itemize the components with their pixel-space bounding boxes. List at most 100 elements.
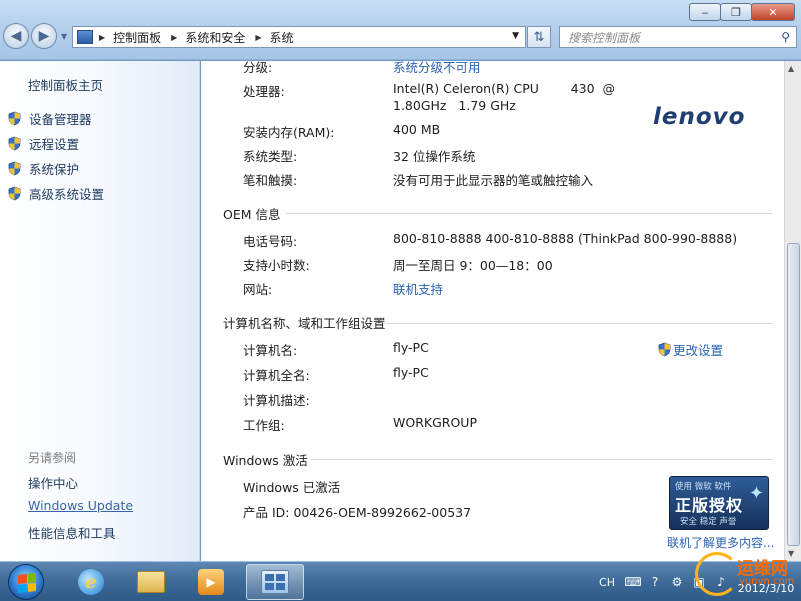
breadcrumb-system[interactable]: 系统 bbox=[270, 29, 294, 46]
sidebar-item-system-protection[interactable]: 系统保护 bbox=[7, 159, 79, 178]
scroll-up-icon[interactable]: ▲ bbox=[788, 64, 794, 73]
processor-value: Intel(R) Celeron(R) CPU 430 @ bbox=[393, 81, 616, 96]
refresh-button[interactable]: ⇅ bbox=[527, 26, 551, 48]
chevron-right-icon[interactable]: ▶ bbox=[171, 33, 177, 42]
phone-value: 800-810-8888 400-810-8888 (ThinkPad 800-… bbox=[393, 231, 738, 246]
sidebar-item-advanced-settings[interactable]: 高级系统设置 bbox=[7, 184, 104, 203]
control-panel-home-link[interactable]: 控制面板主页 bbox=[28, 75, 103, 94]
system-tray: CH ⌨ ? ⚙ ▣ ♪ 2012/3/10 bbox=[599, 562, 801, 601]
maximize-button[interactable]: ❐ bbox=[720, 3, 752, 21]
computer-name-value: fly-PC bbox=[393, 340, 429, 355]
scrollbar-thumb[interactable] bbox=[787, 243, 800, 546]
windows-logo-icon bbox=[18, 573, 36, 593]
product-id: 产品 ID: 00426-OEM-8992662-00537 bbox=[243, 505, 472, 520]
sidebar-item-device-manager[interactable]: 设备管理器 bbox=[7, 109, 92, 128]
chevron-right-icon[interactable]: ▶ bbox=[99, 33, 105, 42]
description-label: 计算机描述: bbox=[243, 393, 310, 408]
workgroup-label: 工作组: bbox=[243, 418, 285, 433]
website-label: 网站: bbox=[243, 282, 273, 297]
rating-label: 分级: bbox=[243, 61, 273, 75]
learn-more-link[interactable]: 联机了解更多内容... bbox=[667, 534, 774, 551]
section-divider bbox=[311, 459, 772, 460]
performance-info-link[interactable]: 性能信息和工具 bbox=[28, 523, 116, 542]
processor-speed-value: 1.80GHz 1.79 GHz bbox=[393, 98, 516, 113]
windows-update-link[interactable]: Windows Update bbox=[28, 498, 133, 513]
back-arrow-icon: ◀ bbox=[10, 28, 22, 44]
rating-link[interactable]: 系统分级不可用 bbox=[393, 61, 481, 76]
system-type-label: 系统类型: bbox=[243, 149, 298, 164]
back-button[interactable]: ◀ bbox=[3, 23, 29, 49]
search-icon[interactable]: ⚲ bbox=[781, 30, 790, 44]
sidebar-item-label: 设备管理器 bbox=[29, 112, 92, 127]
oem-logo: lenovo bbox=[653, 104, 746, 130]
genuine-badge[interactable]: 使用 微软 软件 正版授权 安全 稳定 声誉 ✦ bbox=[669, 476, 769, 530]
sidebar-item-label: 远程设置 bbox=[29, 137, 80, 152]
keyboard-icon[interactable]: ⌨ bbox=[624, 574, 641, 590]
shield-icon bbox=[7, 186, 22, 201]
navigation-buttons: ◀ ▶ ▼ bbox=[3, 23, 67, 49]
phone-label: 电话号码: bbox=[243, 234, 298, 249]
sidebar-item-remote-settings[interactable]: 远程设置 bbox=[7, 134, 79, 153]
full-name-value: fly-PC bbox=[393, 365, 429, 380]
taskbar-media-player[interactable]: ▶ bbox=[182, 564, 240, 600]
genuine-badge-title: 正版授权 bbox=[675, 496, 744, 515]
processor-label: 处理器: bbox=[243, 84, 285, 99]
taskbar-internet-explorer[interactable]: e bbox=[62, 564, 120, 600]
computer-name-section-title: 计算机名称、域和工作组设置 bbox=[223, 316, 386, 331]
ram-value: 400 MB bbox=[393, 122, 441, 137]
taskbar: e ▶ CH ⌨ ? ⚙ ▣ ♪ 2012/3/10 bbox=[0, 561, 801, 601]
vertical-scrollbar[interactable]: ▲ ▼ bbox=[784, 61, 801, 561]
breadcrumb-system-security[interactable]: 系统和安全 bbox=[185, 29, 245, 46]
pen-touch-value: 没有可用于此显示器的笔或触控输入 bbox=[393, 173, 594, 188]
network-icon[interactable]: ▣ bbox=[691, 574, 707, 590]
chevron-right-icon[interactable]: ▶ bbox=[255, 33, 261, 42]
taskbar-control-panel[interactable] bbox=[246, 564, 304, 600]
internet-explorer-icon: e bbox=[78, 569, 104, 595]
recent-pages-dropdown-icon[interactable]: ▼ bbox=[61, 32, 67, 41]
clock-date[interactable]: 2012/3/10 bbox=[735, 582, 797, 596]
search-placeholder: 搜索控制面板 bbox=[568, 30, 641, 45]
genuine-badge-caption: 使用 微软 软件 bbox=[675, 482, 732, 492]
change-settings-link[interactable]: 更改设置 bbox=[657, 340, 723, 359]
scroll-down-icon[interactable]: ▼ bbox=[788, 549, 794, 558]
full-name-label: 计算机全名: bbox=[243, 368, 310, 383]
activation-section-title: Windows 激活 bbox=[223, 453, 308, 468]
genuine-badge-subcaption: 安全 稳定 声誉 bbox=[680, 517, 737, 527]
see-also-heading: 另请参阅 bbox=[28, 451, 77, 465]
start-button[interactable] bbox=[8, 564, 44, 600]
taskbar-explorer[interactable] bbox=[122, 564, 180, 600]
address-dropdown-icon[interactable]: ▼ bbox=[512, 31, 519, 41]
action-center-link[interactable]: 操作中心 bbox=[28, 473, 78, 492]
shield-icon bbox=[7, 136, 22, 151]
search-input[interactable]: 搜索控制面板 ⚲ bbox=[559, 26, 797, 48]
window-controls: ‒ ❐ ✕ bbox=[689, 3, 795, 21]
folder-icon bbox=[137, 571, 165, 593]
minimize-button[interactable]: ‒ bbox=[689, 3, 721, 21]
section-divider bbox=[383, 323, 772, 324]
activation-status: Windows 已激活 bbox=[243, 480, 341, 495]
breadcrumb-control-panel[interactable]: 控制面板 bbox=[113, 29, 161, 46]
section-divider bbox=[285, 213, 772, 214]
shield-icon bbox=[7, 161, 22, 176]
refresh-icon: ⇅ bbox=[533, 29, 545, 45]
control-panel-icon bbox=[77, 30, 93, 44]
forward-button[interactable]: ▶ bbox=[31, 23, 57, 49]
workgroup-value: WORKGROUP bbox=[393, 415, 477, 430]
star-icon: ✦ bbox=[748, 483, 764, 504]
tray-options-icon[interactable]: ⚙ bbox=[669, 574, 685, 590]
language-indicator[interactable]: CH bbox=[599, 576, 615, 589]
volume-icon[interactable]: ♪ bbox=[713, 574, 729, 590]
oem-section-title: OEM 信息 bbox=[223, 207, 281, 222]
change-settings-label: 更改设置 bbox=[673, 343, 724, 358]
close-button[interactable]: ✕ bbox=[751, 3, 795, 21]
address-bar[interactable]: ▶ 控制面板 ▶ 系统和安全 ▶ 系统 ▼ bbox=[72, 26, 526, 48]
ram-label: 安装内存(RAM): bbox=[243, 125, 335, 140]
help-icon[interactable]: ? bbox=[647, 574, 663, 590]
computer-name-label: 计算机名: bbox=[243, 343, 298, 358]
shield-icon bbox=[7, 111, 22, 126]
online-support-link[interactable]: 联机支持 bbox=[393, 279, 443, 298]
system-properties-pane: 分级: 系统分级不可用 处理器: Intel(R) Celeron(R) CPU… bbox=[201, 61, 784, 561]
forward-arrow-icon: ▶ bbox=[38, 28, 50, 44]
pen-touch-label: 笔和触摸: bbox=[243, 173, 298, 188]
system-type-value: 32 位操作系统 bbox=[393, 149, 476, 164]
